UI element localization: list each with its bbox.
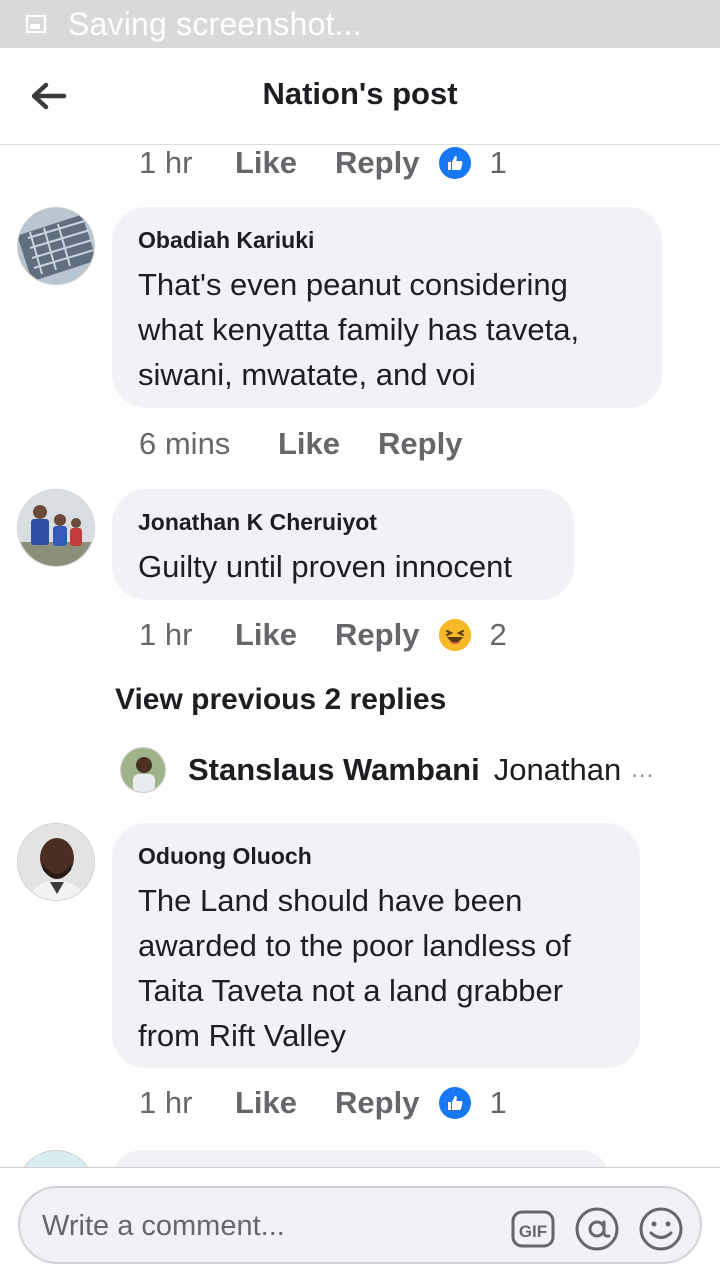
reply-button[interactable]: Reply <box>335 145 419 181</box>
comment-time: 1 hr <box>139 145 193 180</box>
reply-ellipsis: ... <box>631 756 655 783</box>
reply-button[interactable]: Reply <box>378 426 462 462</box>
page-title: Nation's post <box>262 76 458 111</box>
comment-composer-bar: GIF <box>0 1167 720 1281</box>
avatar[interactable] <box>120 747 166 793</box>
gif-icon: GIF <box>511 1210 555 1248</box>
reply-button[interactable]: Reply <box>335 617 419 653</box>
avatar[interactable] <box>17 207 95 285</box>
status-bar: Saving screenshot... <box>0 0 720 48</box>
comment-bubble[interactable]: Obadiah Kariuki That's even peanut consi… <box>112 207 662 408</box>
comment-meta-row: 1 hr Like Reply 1 <box>139 145 507 181</box>
comment-meta-row: 1 hr Like Reply 1 <box>139 1085 507 1121</box>
avatar[interactable] <box>17 489 95 567</box>
emoji-button[interactable] <box>638 1206 684 1252</box>
avatar[interactable] <box>17 823 95 901</box>
reaction-count: 2 <box>489 617 507 652</box>
view-previous-replies-link[interactable]: View previous 2 replies <box>115 683 446 717</box>
like-button[interactable]: Like <box>278 426 340 462</box>
reaction-summary[interactable]: 1 <box>439 1085 507 1121</box>
gif-button[interactable]: GIF <box>510 1206 556 1252</box>
image-icon <box>26 15 46 33</box>
comment-time: 1 hr <box>139 617 193 652</box>
comment-text: The Land should have been awarded to the… <box>138 883 571 1053</box>
comment-time: 6 mins <box>139 426 231 461</box>
reply-author[interactable]: Stanslaus Wambani <box>188 752 480 788</box>
comment-meta-row: 1 hr Like Reply 2 <box>139 617 507 653</box>
comment-bubble[interactable] <box>112 1150 610 1167</box>
comment-author[interactable]: Jonathan K Cheruiyot <box>138 509 546 536</box>
haha-reaction-icon <box>439 619 472 651</box>
like-reaction-icon <box>439 1087 472 1119</box>
comment-composer[interactable]: GIF <box>18 1186 702 1264</box>
reaction-count: 1 <box>489 1085 507 1120</box>
like-button[interactable]: Like <box>235 1085 297 1121</box>
reply-button[interactable]: Reply <box>335 1085 419 1121</box>
reply-preview[interactable]: Stanslaus Wambani Jonathan ... <box>120 747 654 793</box>
emoji-icon <box>639 1207 683 1251</box>
reaction-summary[interactable]: 2 <box>439 617 507 653</box>
comment-meta-row: 6 mins Like Reply <box>139 426 500 462</box>
like-reaction-icon <box>439 147 472 179</box>
status-text: Saving screenshot... <box>68 5 362 42</box>
comment-text: Guilty until proven innocent <box>138 549 512 584</box>
comment-input[interactable] <box>40 1202 504 1250</box>
comment-time: 1 hr <box>139 1085 193 1120</box>
comment-author[interactable]: Obadiah Kariuki <box>138 227 634 254</box>
like-button[interactable]: Like <box>235 145 297 181</box>
comment-author[interactable]: Oduong Oluoch <box>138 843 612 870</box>
comment-bubble[interactable]: Jonathan K Cheruiyot Guilty until proven… <box>112 489 574 600</box>
mention-icon <box>575 1207 619 1251</box>
reaction-count: 1 <box>489 145 507 180</box>
avatar[interactable] <box>17 1150 95 1167</box>
header: Nation's post <box>0 48 720 145</box>
comment-bubble[interactable]: Oduong Oluoch The Land should have been … <box>112 823 640 1068</box>
gif-label: GIF <box>519 1222 547 1241</box>
reply-text: Jonathan <box>493 752 622 787</box>
reaction-summary[interactable]: 1 <box>439 145 507 181</box>
comment-text: That's even peanut considering what keny… <box>138 267 580 392</box>
like-button[interactable]: Like <box>235 617 297 653</box>
comments-list: 1 hr Like Reply 1 Obadiah Kariuki That's… <box>0 145 720 1167</box>
mention-button[interactable] <box>574 1206 620 1252</box>
